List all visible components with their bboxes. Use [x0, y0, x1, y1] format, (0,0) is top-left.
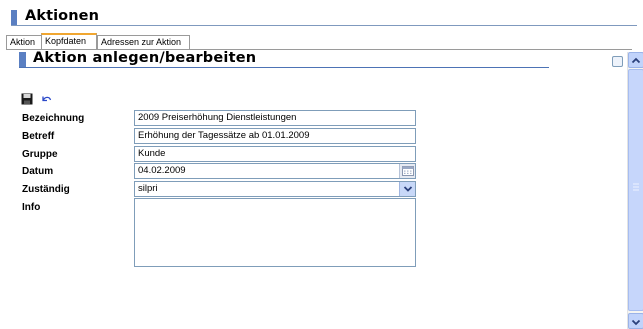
datum-value: 04.02.2009 — [138, 165, 186, 176]
bezeichnung-value: 2009 Preiserhöhung Dienstleistungen — [138, 112, 297, 123]
section-header: Aktion anlegen/bearbeiten — [19, 50, 549, 68]
scroll-thumb[interactable] — [628, 69, 643, 311]
chevron-down-icon — [631, 319, 641, 326]
datum-input[interactable]: 04.02.2009 — [134, 163, 416, 179]
section-title: Aktion anlegen/bearbeiten — [33, 50, 257, 66]
label-zustaendig: Zuständig — [22, 184, 70, 195]
betreff-value: Erhöhung der Tagessätze ab 01.01.2009 — [138, 130, 310, 141]
label-bezeichnung: Bezeichnung — [22, 113, 85, 124]
chevron-down-icon[interactable] — [399, 182, 415, 196]
section-accent — [19, 52, 26, 67]
chevron-up-icon — [631, 57, 641, 64]
label-info: Info — [22, 202, 41, 213]
tab-kopfdaten[interactable]: Kopfdaten — [41, 33, 97, 50]
label-datum: Datum — [22, 166, 54, 177]
info-textarea[interactable] — [134, 198, 416, 267]
gruppe-input[interactable]: Kunde — [134, 146, 416, 162]
zustaendig-value: silpri — [138, 183, 158, 194]
page-title: Aktionen — [25, 8, 100, 24]
calendar-icon[interactable] — [399, 164, 415, 178]
page-title-accent — [11, 10, 17, 25]
label-gruppe: Gruppe — [22, 149, 58, 160]
grip-icon — [633, 183, 639, 191]
page-header: Aktionen — [11, 8, 637, 26]
bezeichnung-input[interactable]: 2009 Preiserhöhung Dienstleistungen — [134, 110, 416, 126]
scroll-down-button[interactable] — [628, 313, 643, 329]
gruppe-value: Kunde — [138, 148, 166, 159]
label-betreff: Betreff — [22, 131, 55, 142]
zustaendig-select[interactable]: silpri — [134, 181, 416, 197]
undo-icon[interactable] — [40, 90, 52, 102]
panel-toggle-checkbox[interactable] — [612, 56, 623, 67]
tab-aktion[interactable]: Aktion — [6, 35, 42, 50]
betreff-input[interactable]: Erhöhung der Tagessätze ab 01.01.2009 — [134, 128, 416, 144]
scroll-up-button[interactable] — [628, 52, 643, 68]
vertical-scrollbar[interactable] — [627, 52, 643, 329]
save-icon[interactable] — [21, 90, 33, 105]
tab-adressen-zur-aktion[interactable]: Adressen zur Aktion — [97, 35, 190, 50]
